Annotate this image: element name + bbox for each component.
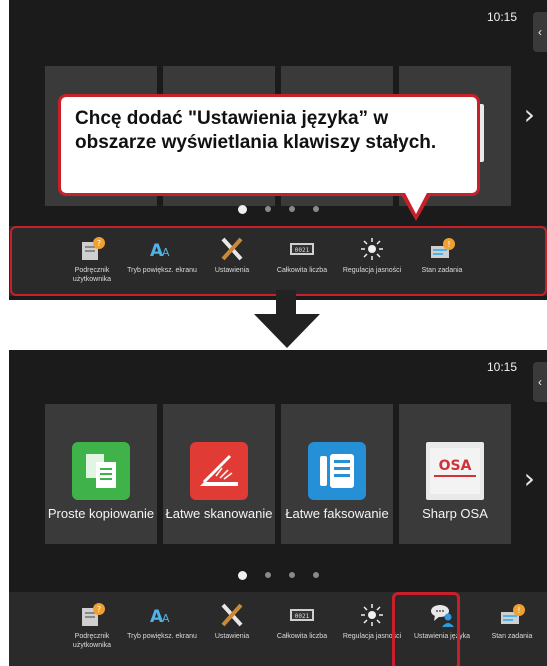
bar-item-label: Tryb powiększ. ekranu xyxy=(127,633,197,640)
settings-tools-icon xyxy=(218,602,246,628)
fax-icon xyxy=(308,442,366,500)
page-indicator xyxy=(9,205,547,214)
brightness-icon xyxy=(358,602,386,628)
callout-bubble: Chcę dodać "Ustawienia języka” w obszarz… xyxy=(58,94,480,196)
down-arrow-icon xyxy=(254,290,320,353)
bar-item-label: Podręcznik użytkownika xyxy=(72,633,112,649)
bar-item-settings[interactable]: Ustawienia xyxy=(197,592,267,666)
bar-item-total-count[interactable]: 0021 Całkowita liczba xyxy=(267,592,337,666)
page-indicator xyxy=(9,571,547,580)
page-dot[interactable] xyxy=(264,572,271,578)
home-screen-after: 10:15 ‹ › Proste kopiowanie Łatwe skanow… xyxy=(9,350,547,666)
callout-text: Chcę dodać "Ustawienia języka” w obszarz… xyxy=(75,108,437,153)
user-manual-icon: ? xyxy=(78,602,106,628)
page-dot[interactable] xyxy=(288,572,295,578)
page-dot[interactable] xyxy=(237,205,247,214)
side-panel-tab[interactable]: ‹ xyxy=(533,12,547,52)
fixed-keys-area-highlight xyxy=(10,226,547,296)
total-count-icon: 0021 xyxy=(288,602,316,628)
svg-text:0021: 0021 xyxy=(295,613,310,620)
language-settings-highlight xyxy=(392,592,460,666)
sharp-osa-icon: OSA xyxy=(426,442,484,500)
bar-item-label: Całkowita liczba xyxy=(276,633,328,640)
page-dot[interactable] xyxy=(237,571,247,580)
svg-text:?: ? xyxy=(97,605,101,614)
bar-item-label: Stan zadania xyxy=(491,633,533,640)
svg-text:OSA: OSA xyxy=(439,458,472,474)
tile-label: Łatwe faksowanie xyxy=(285,506,389,521)
tile-easy-fax[interactable]: Łatwe faksowanie xyxy=(281,404,393,544)
bar-item-job-status[interactable]: ! Stan zadania xyxy=(477,592,547,666)
side-panel-tab[interactable]: ‹ xyxy=(533,362,547,402)
tile-label: Sharp OSA xyxy=(422,506,488,521)
page-dot[interactable] xyxy=(312,572,319,578)
tile-sharp-osa[interactable]: OSA Sharp OSA xyxy=(399,404,511,544)
svg-text:!: ! xyxy=(517,606,520,615)
clock: 10:15 xyxy=(486,360,517,374)
callout-tail-fill xyxy=(404,191,428,214)
svg-text:A: A xyxy=(162,612,170,625)
clock: 10:15 xyxy=(486,10,517,24)
page-dot[interactable] xyxy=(264,206,271,212)
bar-item-user-manual[interactable]: ? Podręcznik użytkownika xyxy=(57,592,127,666)
tile-label: Proste kopiowanie xyxy=(47,506,155,521)
next-page-arrow-icon[interactable]: › xyxy=(524,98,535,131)
copy-icon xyxy=(72,442,130,500)
bar-item-label: Ustawienia xyxy=(214,633,250,640)
job-status-icon: ! xyxy=(498,602,526,628)
bar-item-zoom-mode[interactable]: AA Tryb powiększ. ekranu xyxy=(127,592,197,666)
page-dot[interactable] xyxy=(312,206,319,212)
home-tiles: Proste kopiowanie Łatwe skanowanie Łatwe… xyxy=(45,404,511,544)
page-dot[interactable] xyxy=(288,206,295,212)
next-page-arrow-icon[interactable]: › xyxy=(524,462,535,495)
zoom-mode-icon: AA xyxy=(148,602,176,628)
tile-easy-scan[interactable]: Łatwe skanowanie xyxy=(163,404,275,544)
tile-simple-copy[interactable]: Proste kopiowanie xyxy=(45,404,157,544)
scan-icon xyxy=(190,442,248,500)
fixed-keys-bar: ? Podręcznik użytkownika AA Tryb powięks… xyxy=(9,592,547,666)
tile-label: Łatwe skanowanie xyxy=(165,506,273,521)
